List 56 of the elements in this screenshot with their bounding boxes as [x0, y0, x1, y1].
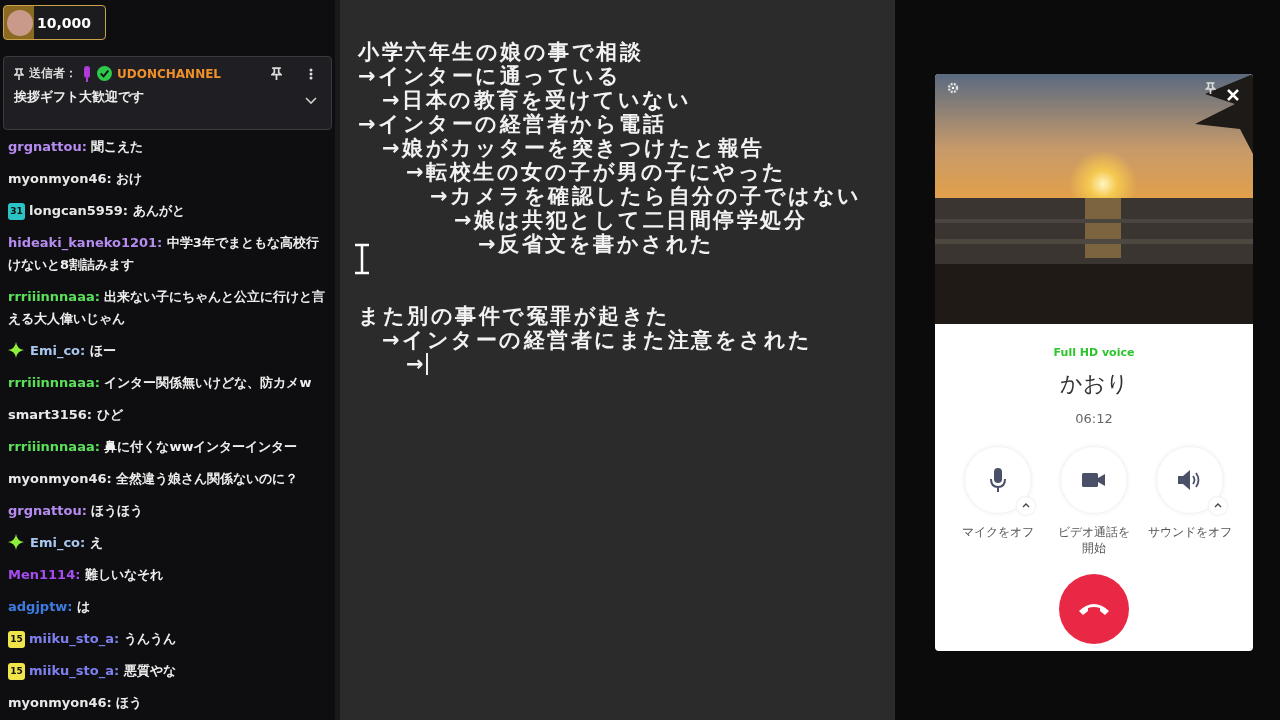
sender-name[interactable]: UDONCHANNEL [117, 66, 221, 81]
more-icon[interactable] [309, 67, 313, 80]
note-line: →反省文を書かされた [478, 232, 715, 256]
chat-message: smart3156: ひど [8, 406, 124, 424]
verified-icon [97, 66, 112, 81]
chevron-down-icon[interactable] [305, 97, 317, 105]
note-line: →インターの経営者にまた注意をされた [382, 328, 813, 352]
note-line: →インターに通っている [358, 64, 622, 88]
chat-message: myonmyon46: ほう [8, 694, 144, 712]
chat-message: Men1114: 難しいなそれ [8, 566, 164, 584]
microphone-icon [82, 65, 92, 82]
subscriber-badge: 15 [8, 631, 25, 648]
note-line: また別の事件で冤罪が起きた [358, 304, 671, 328]
pinned-label: 送信者： [29, 65, 77, 82]
chat-message: Emi_co: ほー [8, 340, 327, 362]
gift-counter[interactable]: 10,000 [3, 5, 106, 40]
note-line: →カメラを確認したら自分の子ではない [430, 184, 862, 208]
chat-message: rrriiinnnaaa: 鼻に付くなwwインターインター [8, 438, 299, 456]
chat-message: grgnattou: ほうほう [8, 502, 145, 520]
chat-message: rrriiinnnaaa: インター関係無いけどな、防カメw [8, 374, 313, 392]
chat-message: 31 longcan5959: あんがと [8, 202, 186, 222]
note-line: →日本の教育を受けていない [382, 88, 692, 112]
video-camera-icon [1082, 472, 1106, 488]
note-line: →娘がカッターを突きつけたと報告 [382, 136, 765, 160]
chat-message: myonmyon46: 全然違う娘さん関係ないのに？ [8, 470, 300, 488]
microphone-icon [988, 467, 1008, 493]
chat-message: rrriiinnnaaa: 出来ない子にちゃんと公立に行けと言える大人偉いじゃん [8, 288, 327, 328]
chat-message: hideaki_kaneko1201: 中学3年でまともな高校行けないと8割詰みます [8, 234, 320, 274]
note-line: →娘は共犯として二日間停学処分 [454, 208, 808, 232]
pin-icon [14, 67, 24, 80]
note-line: →インターの経営者から電話 [358, 112, 667, 136]
note-line: → [406, 352, 429, 376]
chat-message: adgjptw: は [8, 598, 92, 616]
chat-message: 15 miiku_sto_a: 悪質やな [8, 662, 177, 682]
pin-icon[interactable] [1205, 82, 1216, 94]
call-control-button[interactable]: マイクをオフ [952, 446, 1044, 556]
call-control-button[interactable]: ビデオ通話を 開始 [1048, 446, 1140, 556]
chat-message: myonmyon46: おけ [8, 170, 144, 188]
phone-hangup-icon [1077, 601, 1111, 617]
settings-icon[interactable] [947, 82, 959, 94]
call-duration: 06:12 [1075, 411, 1113, 426]
note-line: 小学六年生の娘の事で相談 [358, 40, 643, 64]
call-quality: Full HD voice [1053, 346, 1135, 359]
avatar [7, 9, 33, 36]
pin-icon[interactable] [271, 67, 282, 80]
close-icon[interactable] [1226, 88, 1240, 102]
chat-message: grgnattou: 聞こえた [8, 138, 145, 156]
pinned-text: 挨拶ギフト大歓迎です [14, 88, 144, 106]
text-cursor-icon [353, 243, 371, 275]
note-line: →転校生の女の子が男の子にやった [406, 160, 787, 184]
subscriber-badge: 15 [8, 663, 25, 680]
chat-message: Emi_co: え [8, 532, 327, 554]
call-control-button[interactable]: サウンドをオフ [1144, 446, 1236, 556]
subscriber-badge: 31 [8, 203, 25, 220]
contact-name: かおり [1059, 370, 1129, 398]
chat-message: 15 miiku_sto_a: うんうん [8, 630, 177, 650]
